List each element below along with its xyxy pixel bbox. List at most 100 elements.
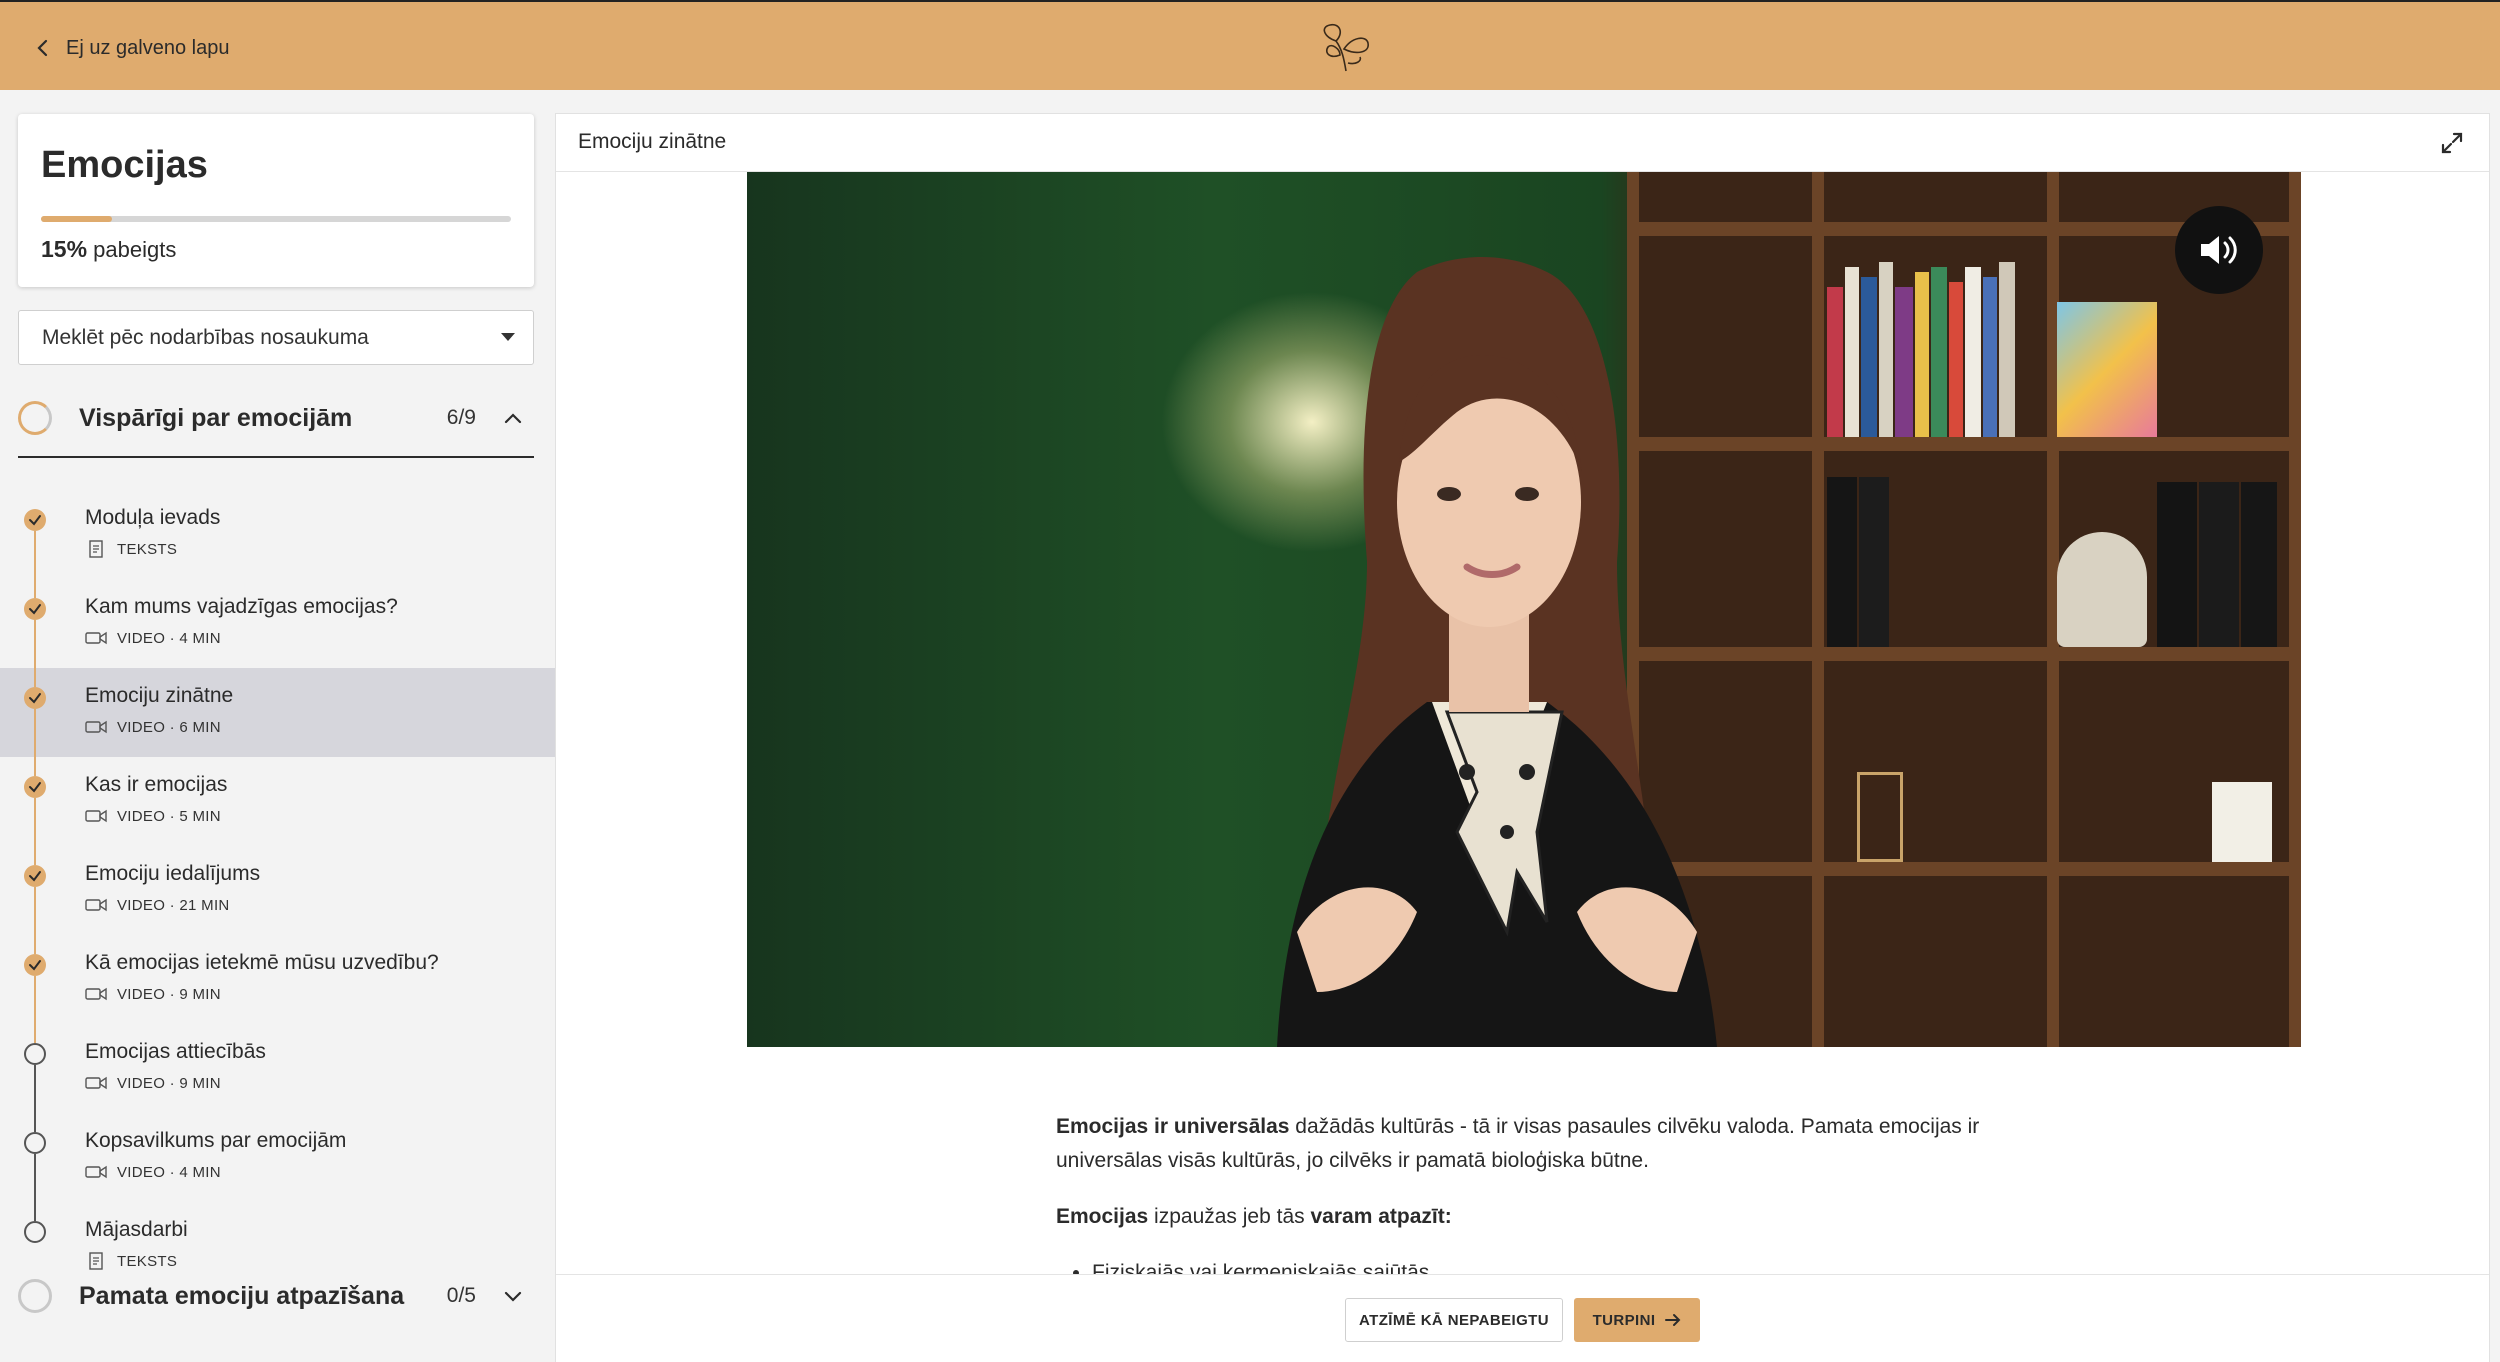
lesson-item[interactable]: Kam mums vajadzīgas emocijas? VIDEO · 4 M… — [0, 579, 555, 668]
chevron-down-icon[interactable] — [502, 1285, 524, 1307]
video-icon — [85, 631, 107, 645]
sound-toggle-button[interactable] — [2175, 206, 2263, 294]
lesson-meta-text: VIDEO · 9 MIN — [117, 985, 221, 1003]
lesson-title: Kā emocijas ietekmē mūsu uzvedību? — [85, 951, 439, 974]
video-icon — [85, 720, 107, 734]
completed-check-icon — [24, 509, 46, 531]
continue-label: TURPINI — [1592, 1311, 1656, 1329]
progress-percent: 15% — [41, 236, 88, 262]
lesson-meta-text: VIDEO · 5 MIN — [117, 807, 221, 825]
article-paragraph-1: Emocijas ir universālas dažādās kultūrās… — [1056, 1110, 1986, 1178]
video-icon — [85, 809, 107, 823]
video-presenter-figure — [1277, 257, 1717, 1047]
lesson-connector-line — [34, 620, 36, 687]
article-bold-text: Emocijas ir universālas — [1056, 1115, 1290, 1138]
lesson-search-dropdown[interactable]: Meklēt pēc nodarbības nosaukuma — [18, 310, 534, 365]
lesson-search-label: Meklēt pēc nodarbības nosaukuma — [42, 325, 369, 349]
progress-bar — [41, 216, 511, 222]
completed-check-icon — [24, 598, 46, 620]
lesson-item[interactable]: Emocijas attiecībās VIDEO · 9 MIN — [0, 1024, 555, 1113]
article-text: izpaužas jeb tās — [1148, 1205, 1311, 1228]
lesson-meta-text: TEKSTS — [117, 540, 178, 558]
module-header-pamata[interactable]: Pamata emociju atpazīšana 0/5 — [18, 1261, 534, 1331]
progress-suffix: pabeigts — [93, 237, 177, 262]
lesson-meta: VIDEO · 4 MIN — [85, 629, 221, 647]
lesson-connector-line — [34, 709, 36, 776]
lesson-title: Kopsavilkums par emocijām — [85, 1129, 347, 1152]
lesson-title: Emociju zinātne — [85, 684, 234, 707]
lesson-meta: VIDEO · 4 MIN — [85, 1163, 221, 1181]
arrow-right-icon — [1665, 1314, 1681, 1326]
video-icon — [85, 1165, 107, 1179]
lesson-item[interactable]: Emociju zinātne VIDEO · 6 MIN — [0, 668, 555, 757]
lesson-connector-line — [34, 976, 36, 1043]
progress-text: 15% pabeigts — [41, 236, 176, 263]
lesson-item[interactable]: Kā emocijas ietekmē mūsu uzvedību? VIDEO … — [0, 935, 555, 1024]
module-header-vispārīgi[interactable]: Vispārīgi par emocijām 6/9 — [18, 383, 534, 453]
lesson-item[interactable]: Kopsavilkums par emocijām VIDEO · 4 MIN — [0, 1113, 555, 1202]
video-player[interactable] — [747, 172, 2301, 1047]
lesson-item[interactable]: Moduļa ievads TEKSTS — [0, 490, 555, 579]
video-icon — [85, 1076, 107, 1090]
lesson-meta: VIDEO · 9 MIN — [85, 985, 221, 1003]
lesson-connector-line — [34, 1065, 36, 1132]
completed-check-icon — [24, 687, 46, 709]
progress-bar-fill — [41, 216, 112, 222]
completed-check-icon — [24, 865, 46, 887]
module-title: Pamata emociju atpazīšana — [79, 1281, 405, 1310]
lesson-meta-text: VIDEO · 6 MIN — [117, 718, 221, 736]
module-progress-ring-icon — [18, 401, 52, 435]
content-header: Emociju zinātne — [556, 114, 2489, 172]
incomplete-circle-icon — [24, 1043, 46, 1065]
lesson-connector-line — [34, 798, 36, 865]
module-title: Vispārīgi par emocijām — [79, 403, 353, 432]
incomplete-circle-icon — [24, 1132, 46, 1154]
lesson-connector-line — [34, 1154, 36, 1221]
incomplete-circle-icon — [24, 1221, 46, 1243]
continue-button[interactable]: TURPINI — [1574, 1298, 1700, 1342]
lesson-meta: TEKSTS — [85, 540, 177, 558]
course-title: Emocijas — [41, 144, 208, 186]
completed-check-icon — [24, 776, 46, 798]
lesson-title: Mājasdarbi — [85, 1218, 188, 1241]
video-icon — [85, 987, 107, 1001]
lesson-item[interactable]: Emociju iedalījums VIDEO · 21 MIN — [0, 846, 555, 935]
lesson-connector-line — [34, 531, 36, 598]
module-divider — [18, 456, 534, 458]
chevron-up-icon[interactable] — [502, 407, 524, 429]
seed-sprout-logo-icon[interactable] — [1314, 19, 1378, 77]
lesson-title: Emociju iedalījums — [85, 862, 261, 885]
module-count: 0/5 — [446, 1284, 476, 1307]
document-icon — [89, 540, 103, 558]
video-icon — [85, 898, 107, 912]
lesson-meta: VIDEO · 21 MIN — [85, 896, 230, 914]
article-paragraph-2: Emocijas izpaužas jeb tās varam atpazīt: — [1056, 1200, 1986, 1234]
lesson-meta-text: VIDEO · 21 MIN — [117, 896, 230, 914]
module-count: 6/9 — [446, 406, 476, 429]
course-sidebar: Emocijas 15% pabeigts Meklēt pēc nodarbī… — [0, 90, 555, 1362]
lesson-article: Emocijas ir universālas dažādās kultūrās… — [1056, 1110, 1986, 1290]
mark-incomplete-button[interactable]: ATZĪMĒ KĀ NEPABEIGTU — [1345, 1298, 1563, 1342]
chevron-left-icon — [37, 39, 48, 57]
lesson-item[interactable]: Kas ir emocijas VIDEO · 5 MIN — [0, 757, 555, 846]
module-progress-ring-icon — [18, 1279, 52, 1313]
lesson-meta-text: VIDEO · 4 MIN — [117, 1163, 221, 1181]
back-to-home-link[interactable]: Ej uz galveno lapu — [34, 30, 229, 66]
lesson-connector-line — [34, 887, 36, 954]
article-bold-text: Emocijas — [1056, 1205, 1149, 1228]
lesson-meta: VIDEO · 9 MIN — [85, 1074, 221, 1092]
lesson-meta: VIDEO · 5 MIN — [85, 807, 221, 825]
lesson-meta-text: VIDEO · 4 MIN — [117, 629, 221, 647]
lesson-title: Emocijas attiecībās — [85, 1040, 266, 1063]
expand-fullscreen-icon[interactable] — [2439, 130, 2465, 156]
top-bar: Ej uz galveno lapu — [0, 0, 2500, 90]
volume-icon — [2201, 236, 2237, 264]
lesson-title: Emociju zinātne — [578, 130, 727, 153]
back-link-label: Ej uz galveno lapu — [66, 36, 230, 59]
lesson-title: Moduļa ievads — [85, 506, 221, 529]
completed-check-icon — [24, 954, 46, 976]
lesson-meta-text: VIDEO · 9 MIN — [117, 1074, 221, 1092]
lesson-title: Kas ir emocijas — [85, 773, 228, 796]
lesson-content-panel: Emociju zinātne Emocijas ir universālas … — [555, 113, 2490, 1362]
lesson-footer: ATZĪMĒ KĀ NEPABEIGTU TURPINI — [556, 1274, 2489, 1362]
